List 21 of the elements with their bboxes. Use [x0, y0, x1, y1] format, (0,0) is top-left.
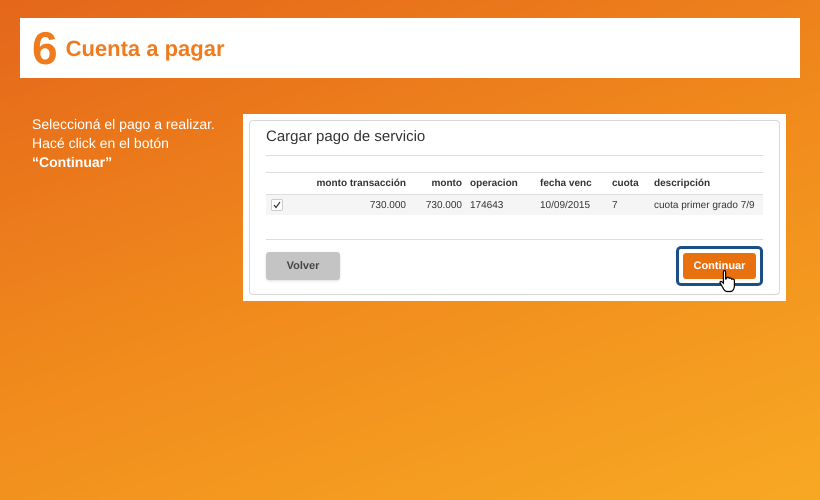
checkbox[interactable]	[271, 199, 283, 211]
table-cell: cuota primer grado 7/9	[654, 200, 755, 210]
column-header: monto transacción	[316, 178, 406, 189]
table-cell: 10/09/2015	[540, 200, 590, 210]
column-header: monto	[431, 178, 462, 189]
table-row[interactable]: 730.000 730.000 174643 10/09/2015 7 cuota primer grado 7/9	[266, 195, 763, 215]
step-title: Cuenta a pagar	[66, 34, 225, 63]
back-button[interactable]: Volver	[266, 252, 340, 280]
table-cell: 730.000	[370, 200, 406, 210]
table-cell: 174643	[470, 200, 504, 210]
instruction-text: Seleccioná el pago a realizar. Hacé click en el botón “Continuar”	[31, 115, 216, 172]
hand-cursor-icon	[719, 269, 737, 293]
column-header: cuota	[612, 178, 639, 189]
column-header: fecha venc	[540, 178, 592, 189]
form-title: Cargar pago de servicio	[266, 121, 763, 156]
column-header: operacion	[470, 178, 518, 189]
table-cell: 730.000	[426, 200, 462, 210]
table-cell: 7	[612, 200, 618, 210]
column-header: descripción	[654, 178, 710, 189]
continue-button[interactable]: Continuar	[683, 253, 756, 280]
step-number: 6	[32, 25, 58, 71]
